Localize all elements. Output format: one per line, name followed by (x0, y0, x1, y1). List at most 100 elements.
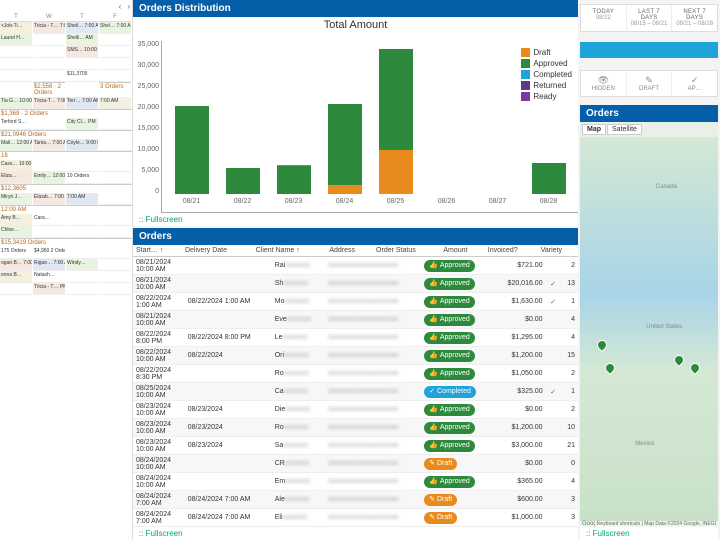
table-row[interactable]: 08/22/20248:30 PMRoxxxxxxxxxxxxxxxxxxxxx… (133, 365, 578, 383)
cal-event[interactable]: Cass… 10:00 AM (0, 160, 32, 172)
cal-event[interactable]: SMS… 10:00 AM (66, 46, 98, 58)
cal-event[interactable] (66, 283, 98, 295)
cal-event[interactable]: 10 Orders (66, 172, 98, 184)
cal-event[interactable]: Eliza… (0, 172, 32, 184)
table-row[interactable]: 08/24/20247:00 AM08/24/2024 7:00 AMElixx… (133, 509, 578, 527)
map-fullscreen-link[interactable]: Fullscreen (580, 527, 718, 540)
cal-event[interactable] (66, 226, 98, 238)
col-7[interactable]: Variety (538, 245, 578, 257)
period-selector[interactable]: TODAY08/22LAST 7 DAYS08/15 – 08/21NEXT 7… (580, 4, 718, 32)
map-btn-satellite[interactable]: Satellite (607, 124, 642, 135)
col-5[interactable]: Amount (440, 245, 484, 257)
col-2[interactable]: Client Name (253, 245, 327, 257)
cal-event[interactable] (99, 34, 131, 46)
cal-event[interactable]: Sheil… 7:00 AM (66, 22, 98, 34)
cal-event[interactable]: Natash… (33, 271, 65, 283)
table-row[interactable]: 08/23/202410:00 AM08/23/2024Roxxxxxxxxxx… (133, 419, 578, 437)
table-row[interactable]: 08/21/202410:00 AMEvexxxxxxxxxxxxxxxxxxx… (133, 311, 578, 329)
cal-event[interactable]: Mali… 12:00 AM (0, 139, 32, 151)
view-tab-hidden[interactable]: 👁HIDDEN (581, 71, 627, 96)
cal-prev[interactable]: ‹ (119, 2, 122, 11)
cal-event[interactable] (33, 118, 65, 130)
col-4[interactable]: Order Status (373, 245, 440, 257)
cal-event[interactable] (66, 58, 98, 70)
table-row[interactable]: 08/25/202410:00 AMCaxxxxxxxxxxxxxxxxxxxx… (133, 383, 578, 401)
col-6[interactable]: Invoiced? (485, 245, 538, 257)
cal-event[interactable]: enna B… (0, 271, 32, 283)
cal-event[interactable]: $4,950 2 Orders (33, 247, 65, 259)
cal-event[interactable] (99, 283, 131, 295)
cal-event[interactable] (33, 226, 65, 238)
cal-event[interactable]: Terr… 7:00 AM (66, 97, 98, 109)
cal-event[interactable] (0, 58, 32, 70)
cal-next[interactable]: › (127, 2, 130, 11)
cal-event[interactable] (66, 247, 98, 259)
cal-event[interactable] (99, 193, 131, 205)
table-row[interactable]: 08/24/202410:00 AMEmxxxxxxxxxxxxxxxxxxxx… (133, 473, 578, 491)
cal-event[interactable]: $11,3705 (66, 70, 98, 82)
cal-event[interactable] (33, 58, 65, 70)
cal-event[interactable]: Shel… 7:00 AM (99, 22, 131, 34)
table-row[interactable]: 08/21/202410:00 AMShxxxxxxxxxxxxxxxxxxxx… (133, 275, 578, 293)
view-tab-ap[interactable]: ✓AP… (672, 71, 717, 96)
cal-event[interactable] (99, 139, 131, 151)
cal-event[interactable] (99, 214, 131, 226)
cal-event[interactable] (0, 70, 32, 82)
cal-event[interactable] (99, 70, 131, 82)
col-0[interactable]: Start… (133, 245, 182, 257)
map-pin[interactable] (594, 338, 608, 352)
cal-event[interactable]: Rigue… 7:00 AM (33, 259, 65, 271)
table-row[interactable]: 08/23/202410:00 AM08/23/2024Diexxxxxxxxx… (133, 401, 578, 419)
cal-event[interactable] (99, 58, 131, 70)
table-row[interactable]: 08/21/202410:00 AMRaixxxxxxxxxxxxxxxxxxx… (133, 257, 578, 275)
cal-event[interactable]: Emily… 12:00 PM (33, 172, 65, 184)
cal-event[interactable]: Elizab… 7:00 AM (33, 193, 65, 205)
cal-event[interactable]: City Cl… PM (66, 118, 98, 130)
cal-event[interactable] (99, 160, 131, 172)
cal-event[interactable] (33, 34, 65, 46)
cal-event[interactable]: 175 Orders (0, 247, 32, 259)
cal-event[interactable] (0, 46, 32, 58)
period-last-7-days[interactable]: LAST 7 DAYS08/15 – 08/21 (627, 5, 673, 31)
period-today[interactable]: TODAY08/22 (581, 5, 627, 31)
cal-event[interactable]: Tricia - T… 7:00 AM (33, 22, 65, 34)
cal-event[interactable]: ogan B… 7:00 (0, 259, 32, 271)
orders-fullscreen-link[interactable]: Fullscreen (133, 527, 578, 540)
cal-event[interactable] (66, 271, 98, 283)
cal-event[interactable]: <Job-Ti… (0, 22, 32, 34)
map-pin[interactable] (603, 361, 617, 375)
cal-event[interactable]: 7:00 AM (66, 193, 98, 205)
cal-event[interactable]: 7:00 AM (99, 97, 131, 109)
cal-event[interactable] (33, 46, 65, 58)
map-pin[interactable] (672, 353, 686, 367)
table-row[interactable]: 08/23/202410:00 AM08/23/2024Saxxxxxxxxxx… (133, 437, 578, 455)
table-row[interactable]: 08/22/202410:00 AM08/22/2024Orixxxxxxxxx… (133, 347, 578, 365)
col-1[interactable]: Delivery Date (182, 245, 253, 257)
cal-event[interactable] (99, 46, 131, 58)
map-pin[interactable] (688, 361, 702, 375)
cal-event[interactable]: Tia G… 10:00 AM (0, 97, 32, 109)
cal-event[interactable]: Amy B… (0, 214, 32, 226)
table-row[interactable]: 08/22/20241:00 AM08/22/2024 1:00 AMMoxxx… (133, 293, 578, 311)
cal-event[interactable]: Laurel H… (0, 34, 32, 46)
view-tab-draft[interactable]: ✎DRAFT (627, 71, 673, 96)
cal-event[interactable] (99, 271, 131, 283)
map-area[interactable]: Google Keyboard shortcuts | Map Data ©20… (580, 137, 718, 527)
table-row[interactable]: 08/24/202410:00 AMCRxxxxxxxxxxxxxxxxxxxx… (133, 455, 578, 473)
cal-event[interactable]: Shelli… AM (66, 34, 98, 46)
cal-event[interactable] (33, 160, 65, 172)
cal-event[interactable]: Windy… (66, 259, 98, 271)
col-3[interactable]: Address (326, 245, 373, 257)
cal-event[interactable] (33, 70, 65, 82)
cal-event[interactable]: Chloe… (0, 226, 32, 238)
cal-event[interactable] (99, 259, 131, 271)
cal-event[interactable]: Tania… 7:00 AM (33, 139, 65, 151)
cal-event[interactable] (99, 172, 131, 184)
cal-event[interactable]: Terford S… (0, 118, 32, 130)
chart-fullscreen-link[interactable]: Fullscreen (133, 213, 578, 226)
map-btn-map[interactable]: Map (582, 124, 606, 135)
cal-event[interactable]: Cara… (33, 214, 65, 226)
table-row[interactable]: 08/22/20248:00 PM08/22/2024 8:00 PMLexxx… (133, 329, 578, 347)
cal-event[interactable] (99, 226, 131, 238)
cal-event[interactable]: Tricia - T… PM (33, 283, 65, 295)
